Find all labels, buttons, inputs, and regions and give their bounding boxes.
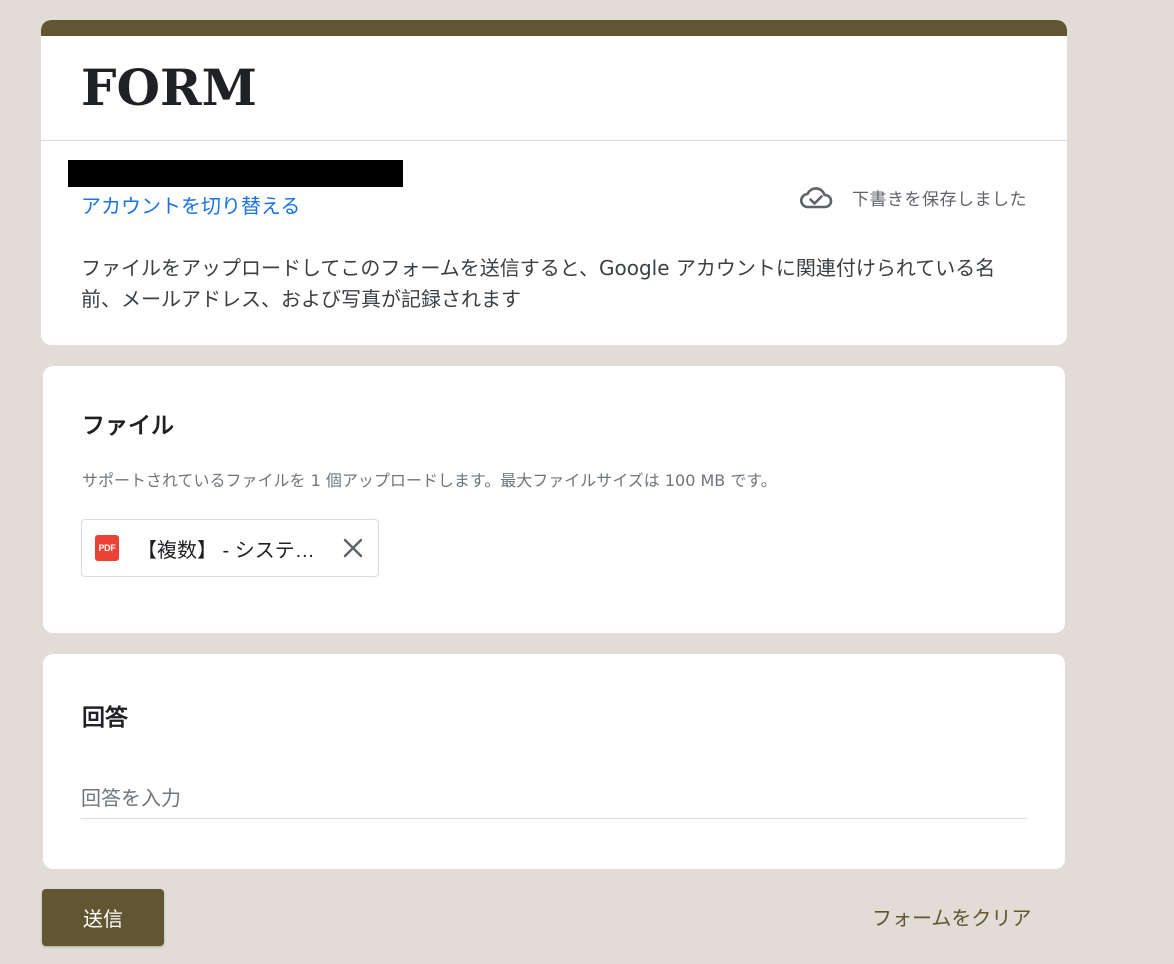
uploaded-file-name[interactable]: 【複数】 - システ… [137,534,325,563]
form-title: FORM [81,58,257,117]
answer-input[interactable] [81,778,1027,819]
close-icon [343,538,363,558]
header-divider [41,140,1067,141]
answer-question-card: 回答 [43,654,1065,869]
remove-file-button[interactable] [339,534,367,562]
pdf-file-icon: PDF [95,535,119,561]
file-question-description: サポートされているファイルを 1 個アップロードします。最大ファイルサイズは 1… [82,471,777,490]
uploaded-file-chip[interactable]: PDF 【複数】 - システ… [81,519,379,577]
file-question-card: ファイル サポートされているファイルを 1 個アップロードします。最大ファイルサ… [43,366,1065,633]
redacted-email [68,160,403,187]
clear-form-button[interactable]: フォームをクリア [872,902,1031,931]
form-header-card: FORM アカウントを切り替える 下書きを保存しました ファイルをアップロードし… [41,20,1067,345]
upload-disclaimer: ファイルをアップロードしてこのフォームを送信すると、Google アカウントに関… [81,256,996,311]
draft-status-text: 下書きを保存しました [852,189,1027,210]
header-accent-bar [41,20,1067,36]
answer-question-title: 回答 [82,704,128,731]
switch-account-link[interactable]: アカウントを切り替える [81,192,300,220]
submit-button[interactable]: 送信 [42,889,164,946]
cloud-done-icon [799,187,833,209]
file-question-title: ファイル [82,412,174,439]
draft-status: 下書きを保存しました [798,182,1027,212]
